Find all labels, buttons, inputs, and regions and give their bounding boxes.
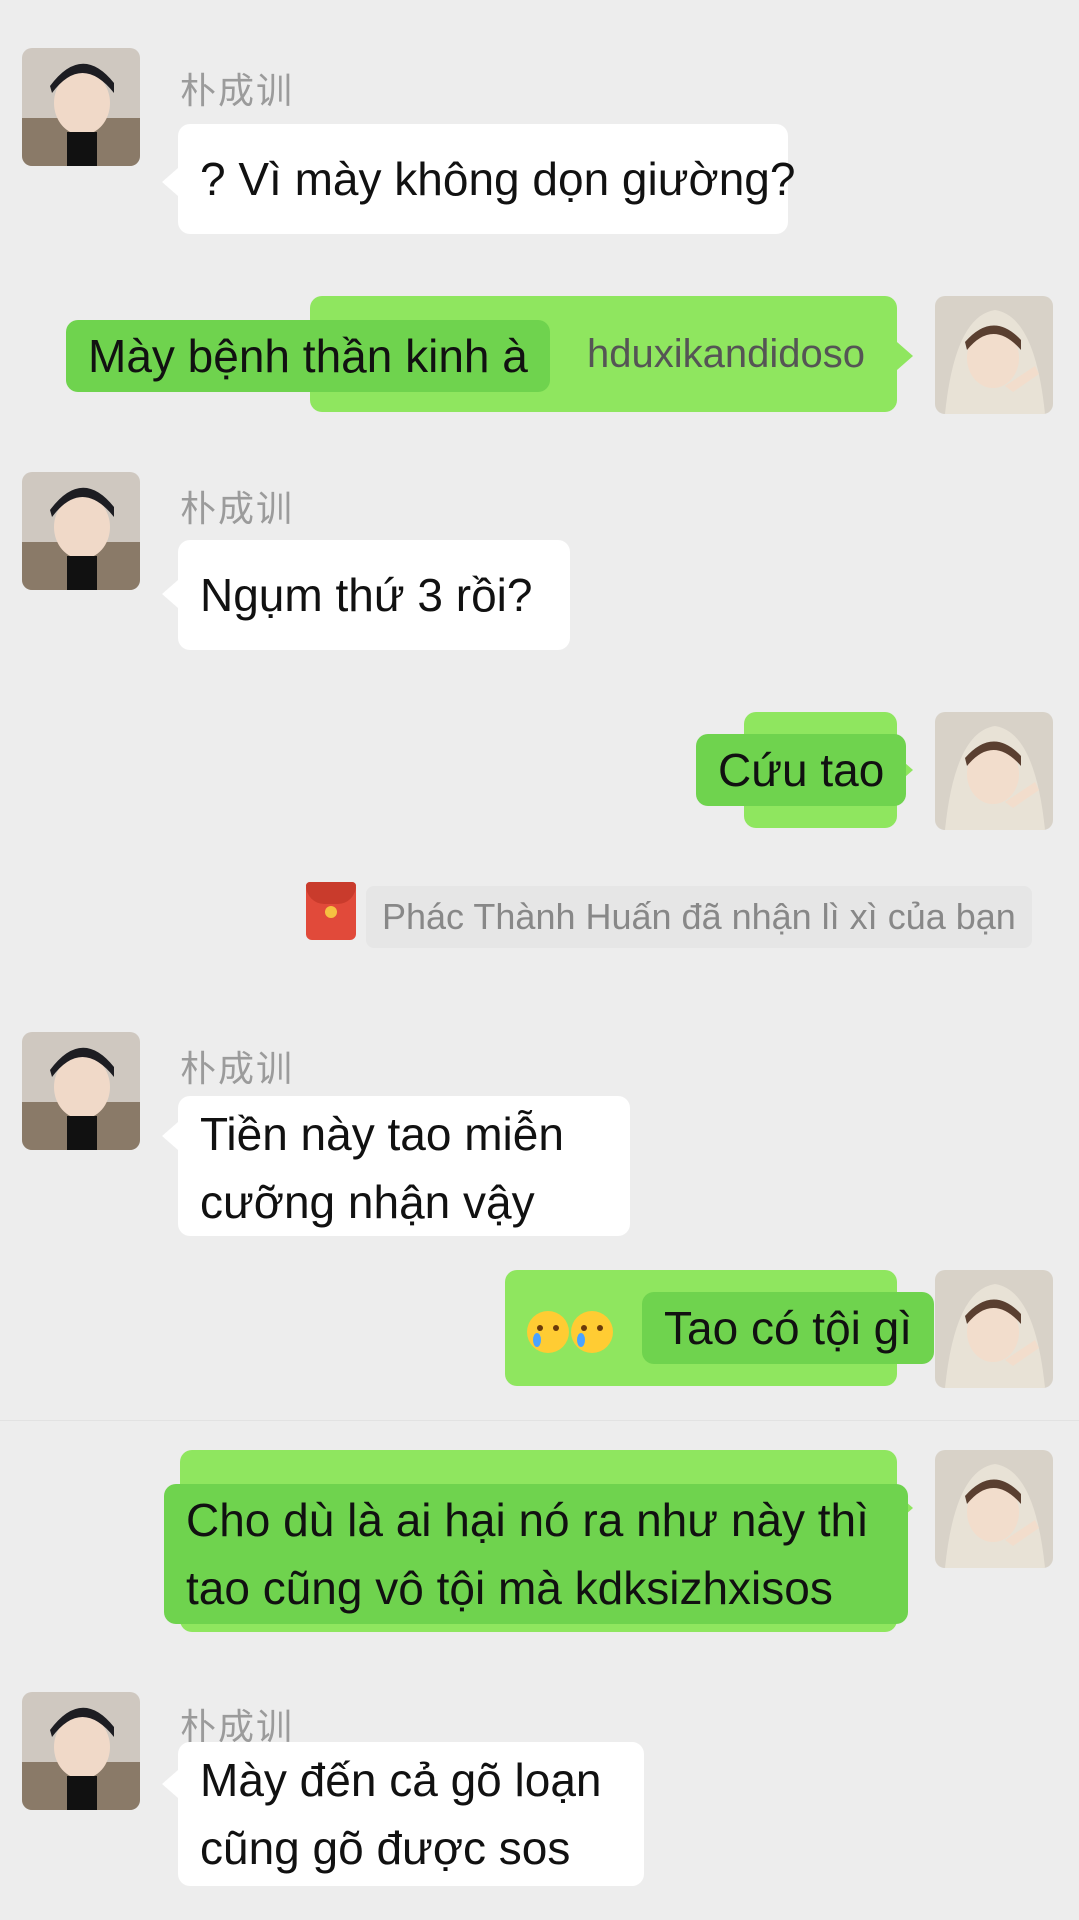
bubble-tail	[162, 1770, 178, 1798]
incoming-message-bubble[interactable]: Tiền này tao miễn cưỡng nhận vậy	[178, 1096, 630, 1236]
my-avatar[interactable]	[935, 712, 1053, 830]
message-line: Mày đến cả gõ loạn	[200, 1754, 602, 1806]
bubble-tail	[162, 168, 178, 196]
my-avatar[interactable]	[935, 1270, 1053, 1388]
incoming-message-bubble[interactable]: ? Vì mày không dọn giường?	[178, 124, 795, 234]
message-text: Ngụm thứ 3 rồi?	[200, 569, 533, 621]
sender-avatar[interactable]	[22, 48, 140, 166]
bubble-tail	[162, 580, 178, 608]
sender-name: 朴成训	[180, 71, 295, 112]
loudly-crying-face-icon	[571, 1310, 613, 1353]
bubble-tail	[897, 342, 913, 370]
message-line: Cho dù là ai hại nó ra như này thì	[186, 1494, 869, 1546]
message-line: cũng gõ được sos	[200, 1822, 571, 1874]
sender-avatar[interactable]	[22, 1032, 140, 1150]
message-line: cưỡng nhận vậy	[200, 1176, 535, 1228]
message-trailing-text: hduxikandidoso	[587, 332, 865, 376]
sender-name: 朴成训	[180, 489, 295, 530]
message-line: tao cũng vô tội mà kdksizhxisos	[186, 1562, 833, 1614]
incoming-message-bubble[interactable]: Ngụm thứ 3 rồi?	[178, 540, 570, 650]
red-packet-notice: Phác Thành Huấn đã nhận lì xì của bạn	[366, 886, 1032, 948]
highlighted-message-text: Tao có tội gì	[642, 1292, 935, 1364]
message-text: ? Vì mày không dọn giường?	[200, 153, 796, 205]
bubble-tail	[162, 1122, 178, 1150]
my-avatar[interactable]	[935, 1450, 1053, 1568]
my-avatar[interactable]	[935, 296, 1053, 414]
message-line: Tiền này tao miễn	[200, 1108, 564, 1160]
highlighted-message-text: Cho dù là ai hại nó ra như này thì tao c…	[164, 1484, 908, 1624]
sender-avatar[interactable]	[22, 1692, 140, 1810]
highlighted-message-text: Cứu tao	[696, 734, 907, 806]
sender-name: 朴成训	[180, 1049, 295, 1090]
highlighted-message-text: Mày bệnh thần kinh à	[66, 320, 550, 392]
sender-avatar[interactable]	[22, 472, 140, 590]
incoming-message-bubble[interactable]: Mày đến cả gõ loạn cũng gõ được sos	[178, 1742, 644, 1886]
red-envelope-icon	[306, 882, 356, 940]
divider	[0, 1420, 1079, 1421]
crying-face-icon	[527, 1310, 569, 1353]
chat-thread[interactable]: 朴成训 ? Vì mày không dọn giường? hduxikand…	[0, 0, 1079, 1920]
